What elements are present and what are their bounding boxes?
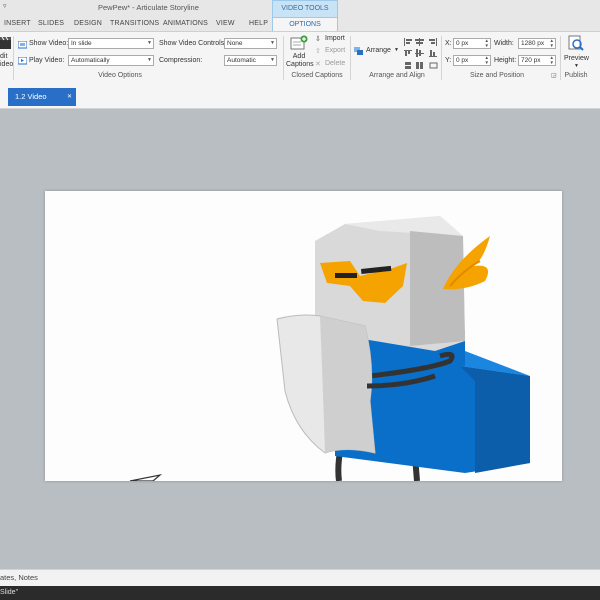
notes-bar: ates, Notes xyxy=(0,569,600,586)
spin-down-icon[interactable]: ▼ xyxy=(485,43,489,48)
x-label: X: xyxy=(445,40,452,47)
chevron-down-icon: ▼ xyxy=(147,40,152,46)
x-input[interactable]: 0 px ▲ ▼ xyxy=(453,38,491,49)
delete-icon: ✕ xyxy=(315,61,321,68)
export-icon: ⇧ xyxy=(315,48,321,55)
arrange-button[interactable]: Arrange ▼ xyxy=(354,46,400,58)
status-bar: Slide" xyxy=(0,586,600,600)
preview-label: Preview xyxy=(564,55,589,62)
tab-transitions[interactable]: TRANSITIONS xyxy=(110,20,159,27)
tab-animations[interactable]: ANIMATIONS xyxy=(163,20,208,27)
show-video-value: In slide xyxy=(71,40,92,47)
compression-select[interactable]: Automatic ▼ xyxy=(224,55,277,66)
export-label: Export xyxy=(325,47,346,54)
spin-down-icon[interactable]: ▼ xyxy=(485,60,489,65)
import-label: Import xyxy=(325,35,345,42)
play-video-label: Play Video: xyxy=(29,57,65,64)
x-value: 0 px xyxy=(456,40,469,47)
visor-slit xyxy=(335,273,357,278)
title-bar: ▿ PewPew* - Articulate Storyline VIDEO T… xyxy=(0,0,600,17)
delete-label: Delete xyxy=(325,60,346,67)
ribbon-tabs: INSERT SLIDES DESIGN TRANSITIONS ANIMATI… xyxy=(0,17,600,33)
close-icon[interactable]: ✕ xyxy=(67,88,72,106)
y-label: Y: xyxy=(445,57,452,64)
group-video-options: Video Options xyxy=(98,72,142,79)
clapperboard-icon xyxy=(0,36,11,49)
add-captions-icon xyxy=(290,35,308,50)
slide-canvas xyxy=(0,109,600,569)
chevron-down-icon: ▼ xyxy=(394,47,399,53)
preview-button[interactable]: Preview ▼ xyxy=(563,34,589,70)
tab-help[interactable]: HELP xyxy=(249,20,268,27)
quick-access-toolbar[interactable]: ▿ xyxy=(3,2,7,10)
video-frame[interactable] xyxy=(45,191,562,481)
ribbon: dit ideo Show Video: In slide ▼ Play Vide… xyxy=(0,31,600,85)
add-captions-label: Add Captions xyxy=(286,53,314,68)
chevron-down-icon: ▼ xyxy=(574,63,579,69)
tab-slides[interactable]: SLIDES xyxy=(38,20,64,27)
show-controls-label: Show Video Controls xyxy=(159,40,225,47)
show-controls-value: None xyxy=(227,40,243,47)
dialog-launcher-icon[interactable]: ◲ xyxy=(551,72,557,79)
edit-video-button[interactable]: dit ideo xyxy=(0,36,14,76)
chevron-down-icon: ▼ xyxy=(147,57,152,63)
video-tools-header: VIDEO TOOLS xyxy=(272,0,338,17)
preview-icon xyxy=(568,35,584,51)
tab-design[interactable]: DESIGN xyxy=(74,20,102,27)
height-input[interactable]: 720 px ▲ ▼ xyxy=(518,55,556,66)
y-input[interactable]: 0 px ▲ ▼ xyxy=(453,55,491,66)
slide-tab-label: 1.2 Video xyxy=(15,92,47,101)
window-title: PewPew* - Articulate Storyline xyxy=(98,3,199,12)
width-value: 1280 px xyxy=(521,40,545,47)
chevron-down-icon: ▼ xyxy=(270,40,275,46)
spin-down-icon[interactable]: ▼ xyxy=(550,60,554,65)
tab-view[interactable]: VIEW xyxy=(216,20,235,27)
group-publish: Publish xyxy=(564,72,588,79)
chevron-down-icon: ▼ xyxy=(270,57,275,63)
align-icons[interactable] xyxy=(403,37,439,71)
status-slide-label: Slide" xyxy=(0,589,19,596)
group-arrange-align: Arrange and Align xyxy=(369,72,425,79)
shield-side xyxy=(320,316,375,453)
spin-down-icon[interactable]: ▼ xyxy=(550,43,554,48)
show-video-select[interactable]: In slide ▼ xyxy=(68,38,154,49)
import-icon: ⇩ xyxy=(315,36,321,43)
show-video-icon xyxy=(18,41,27,49)
edit-video-label: dit ideo xyxy=(0,53,14,68)
slide-stage[interactable] xyxy=(45,191,562,481)
arrange-label: Arrange xyxy=(366,47,391,54)
arrow-tip xyxy=(129,473,163,481)
compression-label: Compression: xyxy=(159,57,203,64)
height-value: 720 px xyxy=(521,57,541,64)
play-video-value: Automatically xyxy=(71,57,110,64)
width-label: Width: xyxy=(494,40,514,47)
show-video-label: Show Video: xyxy=(29,40,69,47)
tab-insert[interactable]: INSERT xyxy=(4,20,31,27)
add-captions-button[interactable]: Add Captions xyxy=(286,34,314,72)
width-input[interactable]: 1280 px ▲ ▼ xyxy=(518,38,556,49)
group-size-position: Size and Position xyxy=(469,72,525,79)
document-tabs: 1.2 Video ✕ xyxy=(0,84,600,109)
height-label: Height: xyxy=(494,57,517,64)
arrange-icon xyxy=(354,47,363,55)
group-closed-captions: Closed Captions xyxy=(291,72,343,79)
compression-value: Automatic xyxy=(227,57,256,64)
y-value: 0 px xyxy=(456,57,469,64)
show-controls-select[interactable]: None ▼ xyxy=(224,38,277,49)
play-video-select[interactable]: Automatically ▼ xyxy=(68,55,154,66)
slide-tab[interactable]: 1.2 Video ✕ xyxy=(8,88,76,106)
play-video-icon xyxy=(18,57,27,65)
notes-tabs-label[interactable]: ates, Notes xyxy=(0,570,38,585)
